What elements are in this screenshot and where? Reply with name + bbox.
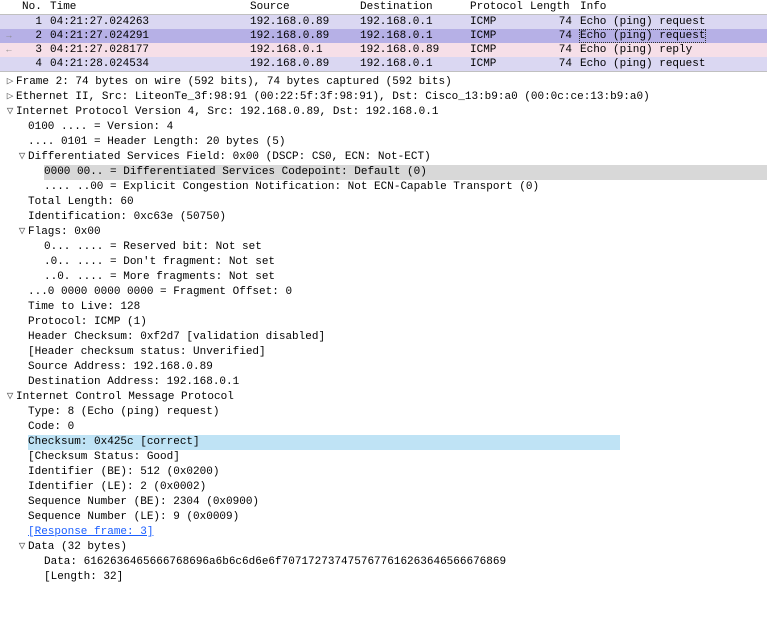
cell-info: Echo (ping) request (576, 57, 767, 71)
col-destination[interactable]: Destination (356, 0, 466, 15)
cell-no: 3 (18, 43, 46, 57)
data-bytes[interactable]: Data: 6162636465666768696a6b6c6d6e6f7071… (0, 555, 767, 570)
ip-checksum-status[interactable]: [Header checksum status: Unverified] (0, 345, 767, 360)
cell-protocol: ICMP (466, 29, 526, 43)
cell-source: 192.168.0.1 (246, 43, 356, 57)
col-time[interactable]: Time (46, 0, 246, 15)
ip-total-length[interactable]: Total Length: 60 (0, 195, 767, 210)
col-protocol[interactable]: Protocol (466, 0, 526, 15)
ip-header-length[interactable]: .... 0101 = Header Length: 20 bytes (5) (0, 135, 767, 150)
cell-destination: 192.168.0.1 (356, 29, 466, 43)
dsf-codepoint[interactable]: 0000 00.. = Differentiated Services Code… (0, 165, 767, 180)
col-info[interactable]: Info (576, 0, 767, 15)
ip-source-address[interactable]: Source Address: 192.168.0.89 (0, 360, 767, 375)
packet-row[interactable]: 404:21:28.024534192.168.0.89192.168.0.1I… (0, 57, 767, 71)
packet-row[interactable]: → 204:21:27.024291192.168.0.89192.168.0.1… (0, 29, 767, 43)
packet-row[interactable]: 104:21:27.024263192.168.0.89192.168.0.1I… (0, 15, 767, 30)
icmp-code[interactable]: Code: 0 (0, 420, 767, 435)
related-marker-icon: → (4, 31, 14, 42)
cell-source: 192.168.0.89 (246, 15, 356, 30)
cell-time: 04:21:27.028177 (46, 43, 246, 57)
chevron-right-icon[interactable]: ▷ (4, 75, 16, 90)
icmp-id-be[interactable]: Identifier (BE): 512 (0x0200) (0, 465, 767, 480)
ip-ttl[interactable]: Time to Live: 128 (0, 300, 767, 315)
cell-info: Echo (ping) request (576, 29, 767, 43)
tree-data[interactable]: ▽Data (32 bytes) (0, 540, 767, 555)
ip-protocol[interactable]: Protocol: ICMP (1) (0, 315, 767, 330)
chevron-down-icon[interactable]: ▽ (4, 105, 16, 120)
cell-info: Echo (ping) request (576, 15, 767, 30)
tree-flags[interactable]: ▽Flags: 0x00 (0, 225, 767, 240)
cell-time: 04:21:27.024291 (46, 29, 246, 43)
packet-list[interactable]: No. Time Source Destination Protocol Len… (0, 0, 767, 71)
packet-row[interactable]: ← 304:21:27.028177192.168.0.1192.168.0.89… (0, 43, 767, 57)
chevron-down-icon[interactable]: ▽ (4, 390, 16, 405)
related-marker-icon: ← (4, 45, 14, 56)
data-length[interactable]: [Length: 32] (0, 570, 767, 585)
cell-destination: 192.168.0.1 (356, 57, 466, 71)
cell-length: 74 (526, 57, 576, 71)
ip-dest-address[interactable]: Destination Address: 192.168.0.1 (0, 375, 767, 390)
tree-frame[interactable]: ▷Frame 2: 74 bytes on wire (592 bits), 7… (0, 75, 767, 90)
tree-ethernet[interactable]: ▷Ethernet II, Src: LiteonTe_3f:98:91 (00… (0, 90, 767, 105)
cell-length: 74 (526, 29, 576, 43)
icmp-checksum[interactable]: Checksum: 0x425c [correct] (0, 435, 767, 450)
tree-dsf[interactable]: ▽Differentiated Services Field: 0x00 (DS… (0, 150, 767, 165)
flag-reserved[interactable]: 0... .... = Reserved bit: Not set (0, 240, 767, 255)
col-length[interactable]: Length (526, 0, 576, 15)
flag-more-fragments[interactable]: ..0. .... = More fragments: Not set (0, 270, 767, 285)
icmp-seq-le[interactable]: Sequence Number (LE): 9 (0x0009) (0, 510, 767, 525)
chevron-down-icon[interactable]: ▽ (16, 225, 28, 240)
cell-destination: 192.168.0.89 (356, 43, 466, 57)
chevron-right-icon[interactable]: ▷ (4, 90, 16, 105)
cell-protocol: ICMP (466, 57, 526, 71)
chevron-down-icon[interactable]: ▽ (16, 540, 28, 555)
icmp-response-frame[interactable]: [Response frame: 3] (0, 525, 767, 540)
cell-destination: 192.168.0.1 (356, 15, 466, 30)
chevron-down-icon[interactable]: ▽ (16, 150, 28, 165)
icmp-checksum-status[interactable]: [Checksum Status: Good] (0, 450, 767, 465)
col-source[interactable]: Source (246, 0, 356, 15)
cell-no: 2 (18, 29, 46, 43)
cell-length: 74 (526, 15, 576, 30)
cell-info: Echo (ping) reply (576, 43, 767, 57)
ip-version[interactable]: 0100 .... = Version: 4 (0, 120, 767, 135)
cell-no: 4 (18, 57, 46, 71)
cell-protocol: ICMP (466, 43, 526, 57)
cell-protocol: ICMP (466, 15, 526, 30)
cell-length: 74 (526, 43, 576, 57)
icmp-seq-be[interactable]: Sequence Number (BE): 2304 (0x0900) (0, 495, 767, 510)
ip-checksum[interactable]: Header Checksum: 0xf2d7 [validation disa… (0, 330, 767, 345)
flag-dont-fragment[interactable]: .0.. .... = Don't fragment: Not set (0, 255, 767, 270)
dsf-ecn[interactable]: .... ..00 = Explicit Congestion Notifica… (0, 180, 767, 195)
cell-source: 192.168.0.89 (246, 29, 356, 43)
cell-time: 04:21:28.024534 (46, 57, 246, 71)
icmp-type[interactable]: Type: 8 (Echo (ping) request) (0, 405, 767, 420)
cell-source: 192.168.0.89 (246, 57, 356, 71)
cell-time: 04:21:27.024263 (46, 15, 246, 30)
cell-no: 1 (18, 15, 46, 30)
packet-list-header[interactable]: No. Time Source Destination Protocol Len… (0, 0, 767, 15)
tree-icmp[interactable]: ▽Internet Control Message Protocol (0, 390, 767, 405)
tree-ip[interactable]: ▽Internet Protocol Version 4, Src: 192.1… (0, 105, 767, 120)
packet-details[interactable]: ▷Frame 2: 74 bytes on wire (592 bits), 7… (0, 71, 767, 585)
icmp-id-le[interactable]: Identifier (LE): 2 (0x0002) (0, 480, 767, 495)
ip-identification[interactable]: Identification: 0xc63e (50750) (0, 210, 767, 225)
col-no[interactable]: No. (18, 0, 46, 15)
ip-fragment-offset[interactable]: ...0 0000 0000 0000 = Fragment Offset: 0 (0, 285, 767, 300)
